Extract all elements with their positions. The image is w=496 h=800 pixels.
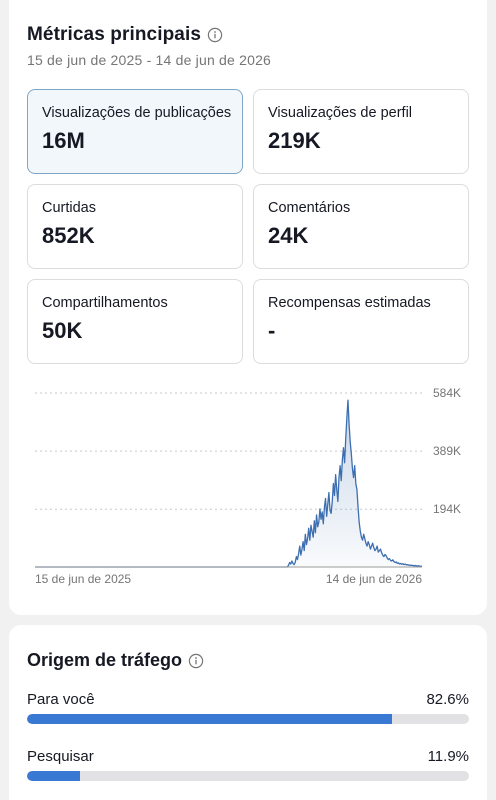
metric-value: 50K <box>42 318 83 343</box>
info-icon[interactable] <box>207 27 223 43</box>
metric-tile-comments[interactable]: Comentários 24K <box>253 184 469 269</box>
metric-label: Compartilhamentos <box>42 295 168 311</box>
metric-label: Curtidas <box>42 200 96 216</box>
key-metrics-card: Métricas principais 15 de jun de 2025 - … <box>9 0 487 615</box>
traffic-source-percent: 11.9% <box>427 748 469 765</box>
metric-value: 16M <box>42 128 85 153</box>
metric-tile-estimated-rewards[interactable]: Recompensas estimadas - <box>253 279 469 364</box>
metric-label: Recompensas estimadas <box>268 295 431 311</box>
metric-value: 24K <box>268 223 309 248</box>
metric-value: 219K <box>268 128 321 153</box>
metric-tile-post-views[interactable]: Visualizações de publicações 16M <box>27 89 243 174</box>
traffic-source-label: Pesquisar <box>27 748 94 765</box>
chart-y-tick-label: 389K <box>433 444 461 458</box>
traffic-source-bar <box>27 771 469 781</box>
metric-tile-shares[interactable]: Compartilhamentos 50K <box>27 279 243 364</box>
metric-label: Visualizações de publicações <box>42 105 232 121</box>
post-views-chart[interactable]: 15 de jun de 2025 14 de jun de 2026 194K… <box>9 380 487 595</box>
chart-x-label-end: 14 de jun de 2026 <box>326 572 422 586</box>
info-icon[interactable] <box>188 653 204 669</box>
metric-tile-likes[interactable]: Curtidas 852K <box>27 184 243 269</box>
chart-y-tick-label: 194K <box>433 502 461 516</box>
chart-y-tick-label: 584K <box>433 386 461 400</box>
key-metrics-header: Métricas principais <box>27 24 223 46</box>
key-metrics-title: Métricas principais <box>27 24 202 45</box>
metric-value: - <box>268 318 276 343</box>
metric-label: Visualizações de perfil <box>268 105 413 121</box>
metric-value: 852K <box>42 223 95 248</box>
chart-x-label-start: 15 de jun de 2025 <box>35 572 131 586</box>
traffic-source-label: Para você <box>27 691 95 708</box>
traffic-source-percent: 82.6% <box>426 691 469 708</box>
traffic-source-bar <box>27 714 469 724</box>
traffic-source-header: Origem de tráfego <box>27 650 204 671</box>
metric-tile-profile-views[interactable]: Visualizações de perfil 219K <box>253 89 469 174</box>
traffic-source-bar-fill <box>27 714 393 724</box>
chart-area-fill <box>35 400 422 567</box>
traffic-source-bar-fill <box>27 771 80 781</box>
date-range-label[interactable]: 15 de jun de 2025 - 14 de jun de 2026 <box>27 52 271 68</box>
traffic-source-title: Origem de tráfego <box>27 650 183 670</box>
metric-label: Comentários <box>268 200 351 216</box>
traffic-source-card: Origem de tráfego Para você 82.6% Pesqui… <box>9 625 487 800</box>
